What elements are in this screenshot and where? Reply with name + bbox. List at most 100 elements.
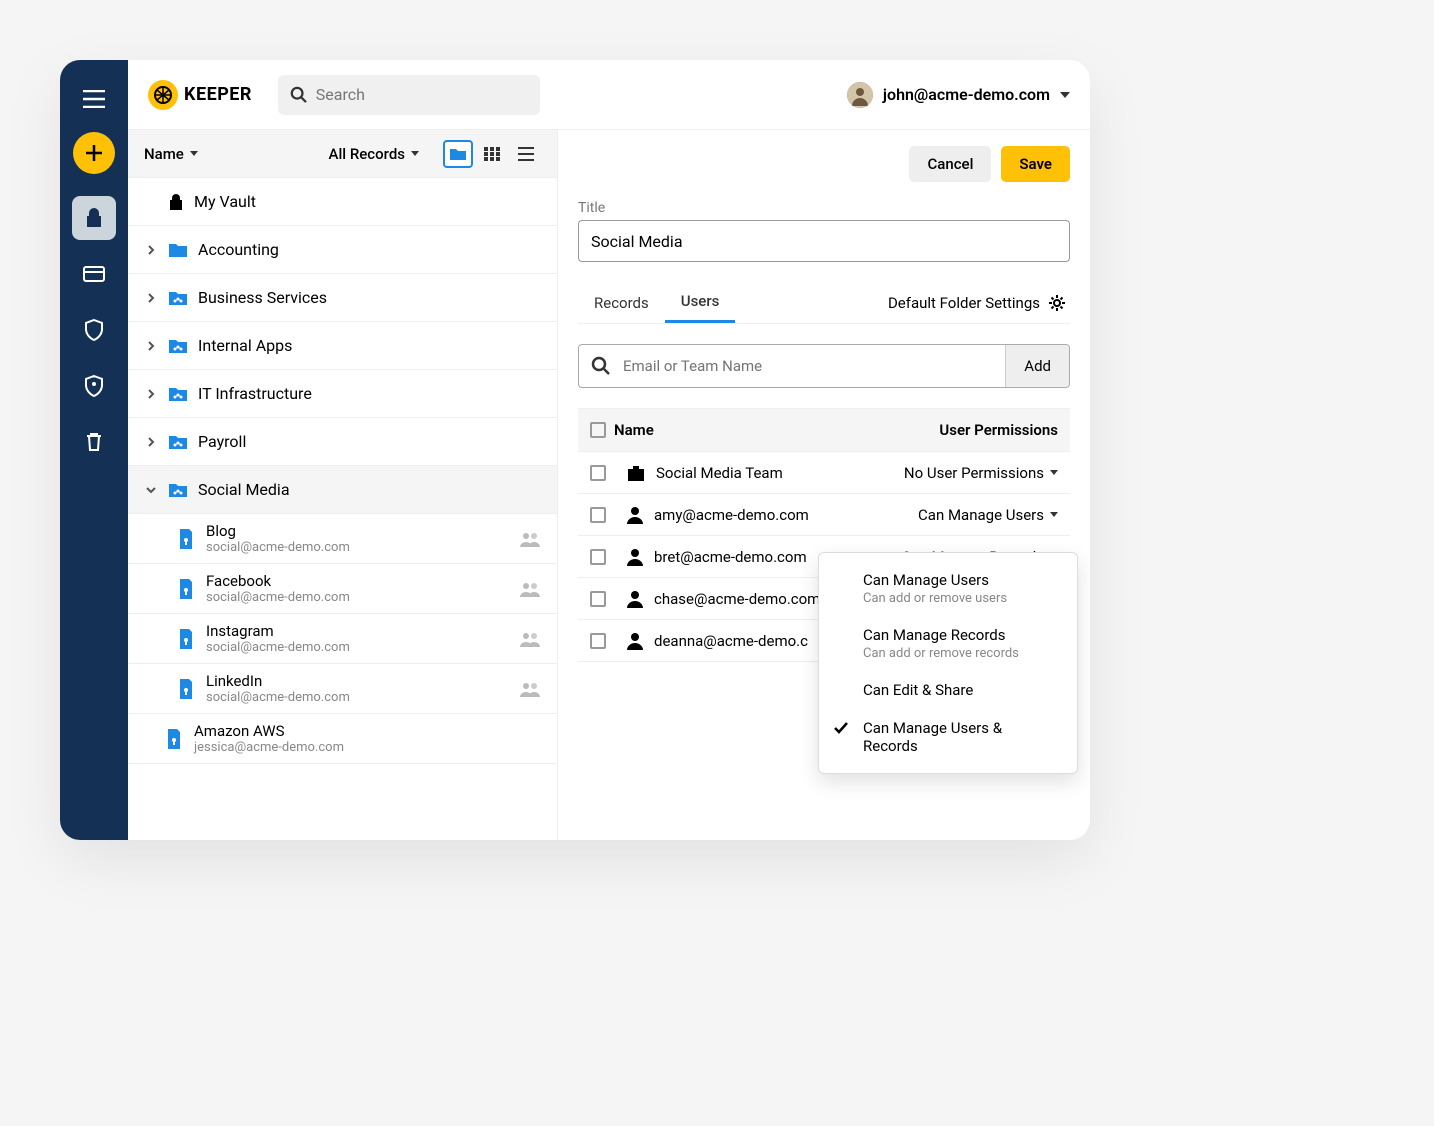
search-icon	[579, 345, 623, 387]
shared-folder-icon	[168, 386, 188, 402]
user-icon	[626, 590, 644, 608]
tab-records[interactable]: Records	[578, 284, 665, 322]
filter-button[interactable]: All Records	[329, 145, 419, 163]
folder-item[interactable]: Payroll	[128, 418, 557, 466]
chevron-down-icon	[190, 151, 198, 156]
record-icon	[166, 729, 182, 749]
user-icon	[626, 632, 644, 650]
detail-panel: Cancel Save Title Records Users Default …	[558, 130, 1090, 840]
perm-column-header: User Permissions	[939, 421, 1058, 439]
row-checkbox[interactable]	[590, 591, 606, 607]
team-icon	[626, 464, 646, 482]
nav-security[interactable]	[72, 308, 116, 352]
folder-social-media[interactable]: Social Media	[128, 466, 557, 514]
gear-icon	[1048, 294, 1066, 312]
permission-selector[interactable]: Can Manage Users	[918, 506, 1058, 524]
user-row: amy@acme-demo.comCan Manage Users	[578, 494, 1070, 536]
record-item[interactable]: Amazon AWS jessica@acme-demo.com	[128, 714, 557, 764]
record-item[interactable]: Blogsocial@acme-demo.com	[128, 514, 557, 564]
record-icon	[178, 579, 194, 599]
folder-icon	[168, 242, 188, 258]
permission-selector[interactable]: No User Permissions	[904, 464, 1058, 482]
main-content: KEEPER john@acme-demo.com Name	[128, 60, 1090, 840]
nav-watch[interactable]	[72, 364, 116, 408]
sidebar	[60, 60, 128, 840]
record-item[interactable]: Facebooksocial@acme-demo.com	[128, 564, 557, 614]
tab-users[interactable]: Users	[665, 282, 736, 323]
view-toggle	[443, 140, 541, 168]
save-button[interactable]: Save	[1001, 146, 1070, 182]
folder-item[interactable]: Accounting	[128, 226, 557, 274]
row-checkbox[interactable]	[590, 465, 606, 481]
chevron-right-icon	[144, 436, 158, 448]
shared-icon	[519, 531, 541, 547]
shared-folder-icon	[168, 290, 188, 306]
folder-item[interactable]: Internal Apps	[128, 322, 557, 370]
brand-label: KEEPER	[184, 84, 252, 105]
user-row: Social Media TeamNo User Permissions	[578, 452, 1070, 494]
chevron-right-icon	[144, 292, 158, 304]
row-checkbox[interactable]	[590, 633, 606, 649]
record-icon	[178, 629, 194, 649]
check-icon	[833, 721, 849, 735]
shared-folder-icon	[168, 482, 188, 498]
chevron-down-icon	[411, 151, 419, 156]
view-grid-button[interactable]	[477, 140, 507, 168]
search-box[interactable]	[278, 75, 540, 115]
avatar	[847, 82, 873, 108]
nav-trash[interactable]	[72, 420, 116, 464]
search-input[interactable]	[316, 85, 528, 104]
nav-cards[interactable]	[72, 252, 116, 296]
user-table-header: Name User Permissions	[578, 408, 1070, 452]
user-icon	[626, 506, 644, 524]
chevron-down-icon	[1060, 92, 1070, 98]
shared-icon	[519, 681, 541, 697]
dropdown-option[interactable]: Can Manage RecordsCan add or remove reco…	[819, 616, 1077, 671]
user-search-input[interactable]	[623, 345, 1005, 387]
sort-button[interactable]: Name	[144, 145, 198, 163]
logo: KEEPER	[148, 80, 252, 110]
row-checkbox[interactable]	[590, 549, 606, 565]
dropdown-option[interactable]: Can Manage Users & Records	[819, 709, 1077, 765]
chevron-down-icon	[1050, 512, 1058, 517]
name-column-header: Name	[614, 421, 939, 439]
record-item[interactable]: Instagramsocial@acme-demo.com	[128, 614, 557, 664]
shared-folder-icon	[168, 338, 188, 354]
shared-icon	[519, 631, 541, 647]
list-panel: Name All Records	[128, 130, 558, 840]
list-toolbar: Name All Records	[128, 130, 557, 178]
chevron-down-icon	[144, 484, 158, 496]
logo-icon	[148, 80, 178, 110]
nav-vault[interactable]	[72, 196, 116, 240]
folder-tree: My Vault AccountingBusiness ServicesInte…	[128, 178, 557, 764]
select-all-checkbox[interactable]	[590, 422, 606, 438]
folder-item[interactable]: Business Services	[128, 274, 557, 322]
cancel-button[interactable]: Cancel	[909, 146, 991, 182]
permission-dropdown: Can Manage UsersCan add or remove usersC…	[818, 552, 1078, 774]
title-input[interactable]	[578, 220, 1070, 262]
folder-item[interactable]: IT Infrastructure	[128, 370, 557, 418]
add-button[interactable]	[73, 132, 115, 174]
chevron-down-icon	[1050, 470, 1058, 475]
menu-icon[interactable]	[83, 90, 105, 108]
dropdown-option[interactable]: Can Edit & Share	[819, 671, 1077, 709]
chevron-right-icon	[144, 244, 158, 256]
folder-settings-button[interactable]: Default Folder Settings	[888, 294, 1070, 312]
view-folder-button[interactable]	[443, 140, 473, 168]
user-menu[interactable]: john@acme-demo.com	[847, 82, 1070, 108]
view-list-button[interactable]	[511, 140, 541, 168]
shared-icon	[519, 581, 541, 597]
dropdown-option[interactable]: Can Manage UsersCan add or remove users	[819, 561, 1077, 616]
shared-folder-icon	[168, 434, 188, 450]
row-checkbox[interactable]	[590, 507, 606, 523]
app-window: KEEPER john@acme-demo.com Name	[60, 60, 1090, 840]
add-user-button[interactable]: Add	[1005, 345, 1069, 387]
record-icon	[178, 679, 194, 699]
vault-root[interactable]: My Vault	[128, 178, 557, 226]
chevron-right-icon	[144, 340, 158, 352]
record-item[interactable]: LinkedInsocial@acme-demo.com	[128, 664, 557, 714]
header: KEEPER john@acme-demo.com	[128, 60, 1090, 130]
chevron-right-icon	[144, 388, 158, 400]
record-icon	[178, 529, 194, 549]
user-email: john@acme-demo.com	[883, 85, 1050, 104]
